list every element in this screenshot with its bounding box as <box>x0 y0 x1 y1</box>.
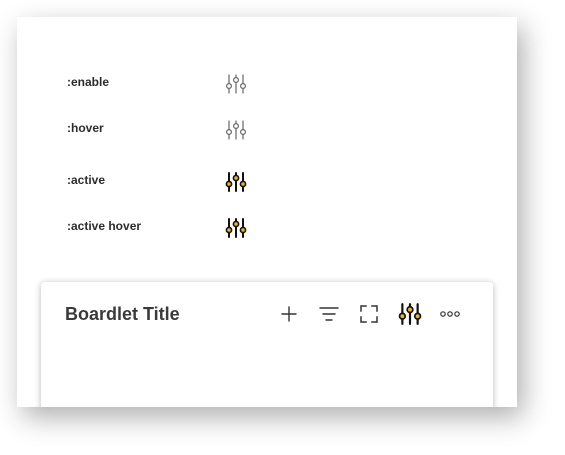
sliders-icon <box>398 303 422 325</box>
state-label: :hover <box>67 121 104 135</box>
plus-icon <box>281 306 297 322</box>
state-label: :enable <box>67 75 110 89</box>
more-button[interactable] <box>438 302 462 326</box>
sliders-icon[interactable] <box>225 217 247 239</box>
sliders-icon[interactable] <box>225 171 247 193</box>
more-icon <box>440 311 460 317</box>
filter-icon <box>319 307 339 321</box>
sliders-icon[interactable] <box>225 73 247 95</box>
fullscreen-button[interactable] <box>357 302 381 326</box>
add-button[interactable] <box>277 302 301 326</box>
boardlet-title: Boardlet Title <box>65 304 180 324</box>
settings-button[interactable] <box>398 302 422 326</box>
state-label: :active hover <box>67 219 142 233</box>
state-label: :active <box>67 173 106 187</box>
boardlet: Boardlet Title <box>41 282 493 407</box>
filter-button[interactable] <box>317 302 341 326</box>
states-card: :enable :hover:active:active hover Boa… <box>17 17 517 407</box>
sliders-icon[interactable] <box>225 119 247 141</box>
expand-icon <box>360 305 378 323</box>
